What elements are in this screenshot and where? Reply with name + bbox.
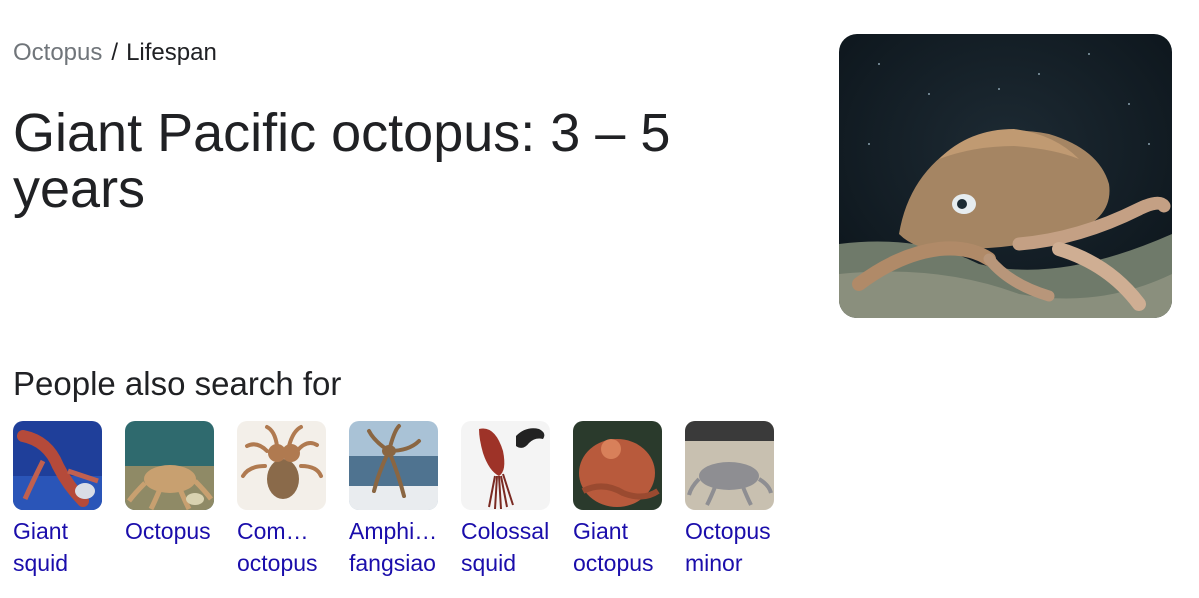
pasf-label-common-octopus[interactable]: Common octopus [237, 515, 326, 579]
pasf-label-line1: Colossal [461, 518, 550, 544]
pasf-label-line1: Amphioctopus [349, 518, 438, 544]
pasf-item-octopus[interactable]: Octopus [125, 421, 214, 579]
pasf-item-octopus-minor[interactable]: Octopus minor [685, 421, 774, 579]
pasf-thumb-giant-squid [13, 421, 102, 510]
breadcrumb: Octopus / Lifespan [13, 38, 217, 68]
pasf-label-line2: fangsiao [349, 550, 436, 576]
thumb-graphic [349, 421, 438, 510]
breadcrumb-current: Lifespan [126, 39, 217, 66]
pasf-label-line2: squid [13, 550, 68, 576]
pasf-label-line1: Giant [573, 518, 628, 544]
pasf-label-giant-squid[interactable]: Giant squid [13, 515, 102, 579]
pasf-item-colossal-squid[interactable]: Colossal squid [461, 421, 550, 579]
pasf-label-line2: squid [461, 550, 516, 576]
pasf-label-line1: Giant [13, 518, 68, 544]
thumb-graphic [573, 421, 662, 510]
pasf-thumb-octopus-minor [685, 421, 774, 510]
pasf-thumb-colossal-squid [461, 421, 550, 510]
thumb-graphic [237, 421, 326, 510]
people-also-search-heading: People also search for [13, 365, 342, 402]
breadcrumb-link-octopus[interactable]: Octopus [13, 39, 102, 66]
pasf-thumb-amphioctopus-fangsiao [349, 421, 438, 510]
pasf-label-line2: minor [685, 550, 743, 576]
pasf-thumb-octopus [125, 421, 214, 510]
people-also-search-list: Giant squid Octopus Common octopus Amphi… [13, 421, 774, 579]
answer-title: Giant Pacific octopus: 3 – 5 years [13, 103, 671, 219]
pasf-label-line2: octopus [237, 550, 318, 576]
pasf-label-giant-octopus[interactable]: Giant octopus [573, 515, 662, 579]
pasf-label-line1: Octopus [125, 518, 211, 544]
hero-image-graphic [839, 34, 1172, 318]
pasf-item-common-octopus[interactable]: Common octopus [237, 421, 326, 579]
pasf-label-colossal-squid[interactable]: Colossal squid [461, 515, 550, 579]
hero-image-octopus[interactable] [839, 34, 1172, 318]
pasf-label-octopus[interactable]: Octopus [125, 515, 214, 547]
pasf-label-octopus-minor[interactable]: Octopus minor [685, 515, 774, 579]
thumb-graphic [13, 421, 102, 510]
pasf-label-amphioctopus-fangsiao[interactable]: Amphioctopus fangsiao [349, 515, 438, 579]
thumb-graphic [685, 421, 774, 510]
pasf-label-line1: Common [237, 518, 326, 544]
pasf-item-amphioctopus-fangsiao[interactable]: Amphioctopus fangsiao [349, 421, 438, 579]
pasf-thumb-giant-octopus [573, 421, 662, 510]
thumb-graphic [125, 421, 214, 510]
pasf-item-giant-octopus[interactable]: Giant octopus [573, 421, 662, 579]
pasf-label-line1: Octopus [685, 518, 771, 544]
pasf-label-line2: octopus [573, 550, 654, 576]
thumb-graphic [461, 421, 550, 510]
pasf-item-giant-squid[interactable]: Giant squid [13, 421, 102, 579]
pasf-thumb-common-octopus [237, 421, 326, 510]
breadcrumb-separator: / [111, 39, 119, 66]
